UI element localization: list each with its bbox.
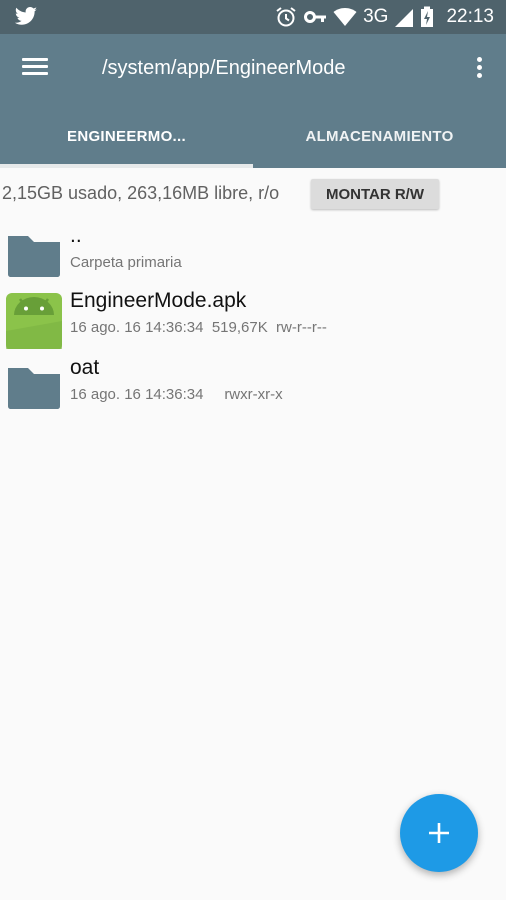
file-meta: 16 ago. 16 14:36:34 519,67K rw-r--r-- — [70, 319, 327, 336]
vpn-key-icon — [304, 11, 327, 23]
menu-icon[interactable] — [22, 54, 56, 84]
file-row-parent[interactable]: .. Carpeta primaria — [0, 220, 506, 286]
file-meta: 16 ago. 16 14:36:34 rwxr-xr-x — [70, 386, 283, 403]
file-permissions: rw-r--r-- — [276, 319, 327, 336]
plus-icon — [429, 823, 449, 843]
battery-charging-icon — [421, 6, 434, 27]
file-row-engineermode-apk[interactable]: EngineerMode.apk 16 ago. 16 14:36:34 519… — [0, 285, 506, 351]
overflow-menu-icon[interactable] — [474, 54, 484, 84]
alarm-clock-icon — [276, 7, 296, 27]
file-permissions: rwxr-xr-x — [224, 386, 283, 403]
file-name: oat — [70, 356, 100, 379]
folder-icon — [8, 368, 60, 409]
file-subtitle: Carpeta primaria — [70, 254, 182, 271]
file-date: 16 ago. 16 14:36:34 — [70, 319, 204, 336]
twitter-bird-icon — [14, 7, 37, 25]
status-time: 22:13 — [446, 6, 494, 27]
network-type: 3G — [363, 6, 389, 27]
storage-summary: 2,15GB usado, 263,16MB libre, r/o — [2, 183, 280, 203]
storage-info-bar: 2,15GB usado, 263,16MB libre, r/o MONTAR… — [0, 168, 506, 218]
app-toolbar: /system/app/EngineerMode — [0, 34, 506, 104]
current-path-title: /system/app/EngineerMode — [102, 57, 346, 79]
tab-engineermode[interactable]: ENGINEERMO... — [0, 104, 253, 168]
status-bar: 3G 22:13 — [0, 0, 506, 34]
tab-bar: ENGINEERMO... ALMACENAMIENTO — [0, 104, 506, 168]
mount-rw-button[interactable]: MONTAR R/W — [311, 179, 439, 209]
wifi-icon — [333, 8, 357, 26]
add-fab-button[interactable] — [400, 794, 478, 872]
file-name: .. — [70, 224, 82, 247]
file-row-oat[interactable]: oat 16 ago. 16 14:36:34 rwxr-xr-x — [0, 352, 506, 418]
android-apk-icon — [6, 293, 62, 349]
file-date: 16 ago. 16 14:36:34 — [70, 386, 204, 403]
file-name: EngineerMode.apk — [70, 289, 247, 312]
tab-almacenamiento[interactable]: ALMACENAMIENTO — [253, 104, 506, 168]
file-size: 519,67K — [211, 319, 268, 336]
signal-icon — [395, 9, 414, 27]
folder-icon — [8, 236, 60, 277]
